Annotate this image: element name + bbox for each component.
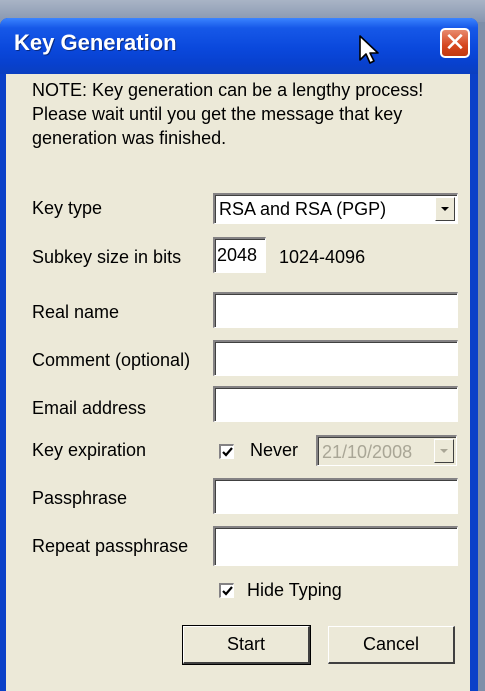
mouse-pointer-icon [359,35,379,64]
hide-typing-label: Hide Typing [247,580,342,600]
checkmark-icon [222,447,233,457]
email-label: Email address [32,398,147,418]
cancel-button[interactable]: Cancel [328,626,455,664]
comment-label: Comment (optional) [32,350,191,370]
start-button[interactable]: Start [182,625,311,665]
real-name-label: Real name [32,302,120,322]
note-text: NOTE: Key generation can be a lengthy pr… [32,80,424,148]
close-icon: ✕ [444,28,466,58]
passphrase-input[interactable] [213,478,458,514]
subkey-size-value[interactable] [215,239,265,272]
repeat-passphrase-input[interactable] [213,526,458,566]
subkey-size-range: 1024-4096 [279,247,366,267]
repeat-passphrase-label: Repeat passphrase [32,536,189,556]
passphrase-field[interactable] [215,480,457,513]
dialog-body [6,74,470,691]
repeat-passphrase-field[interactable] [215,528,457,565]
title-bar[interactable]: Key Generation ✕ [0,18,478,74]
window-title: Key Generation [14,30,177,55]
comment-field[interactable] [215,342,457,375]
email-field[interactable] [215,388,457,421]
checkmark-icon [222,586,233,596]
key-expiration-label: Key expiration [32,440,147,460]
expiration-date-value: 21/10/2008 [322,442,413,462]
comment-input[interactable] [213,340,458,376]
key-type-value: RSA and RSA (PGP) [219,199,387,219]
passphrase-label: Passphrase [32,488,128,508]
real-name-field[interactable] [215,294,457,327]
chevron-down-icon[interactable] [435,197,455,221]
subkey-size-input[interactable] [213,237,266,273]
close-button[interactable]: ✕ [440,28,470,58]
real-name-input[interactable] [213,292,458,328]
key-type-label: Key type [32,198,103,218]
subkey-size-label: Subkey size in bits [32,247,182,267]
email-input[interactable] [213,386,458,422]
key-type-select[interactable]: RSA and RSA (PGP) [213,193,458,224]
never-checkbox[interactable] [219,444,234,459]
chevron-down-icon[interactable] [434,439,454,463]
expiration-date-select[interactable]: 21/10/2008 [316,435,457,466]
hide-typing-checkbox[interactable] [219,583,234,598]
never-label: Never [250,440,299,460]
